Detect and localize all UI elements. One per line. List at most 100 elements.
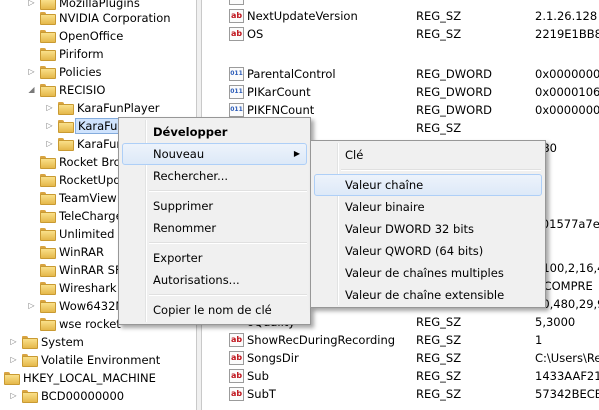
tree-item-label: KaraFunPlayer <box>77 101 160 115</box>
value-data: 1 <box>535 333 543 347</box>
menu-item-nouveau[interactable]: Nouveau ▶ <box>122 143 307 165</box>
folder-icon <box>40 228 56 241</box>
value-type: REG_SZ <box>416 27 462 41</box>
value-name: SubT <box>247 387 276 401</box>
menu-item-copier-le-nom-de-cle[interactable]: Copier le nom de clé <box>122 299 307 321</box>
menu-item-developper[interactable]: Développer <box>122 121 307 143</box>
value-data: 1433AAF21E <box>535 369 599 383</box>
folder-icon <box>58 138 74 151</box>
new-submenu: Clé Valeur chaîne Valeur binaire Valeur DWO… <box>310 140 546 308</box>
folder-icon <box>40 174 56 187</box>
folder-icon <box>58 102 74 115</box>
expand-arrow-icon[interactable]: ▷ <box>9 391 18 401</box>
menu-item-autorisations[interactable]: Autorisations... <box>122 269 307 291</box>
collapse-arrow-icon[interactable]: ◢ <box>27 85 36 95</box>
value-type: REG_SZ <box>416 121 462 135</box>
value-data: 0x0000106b <box>535 85 599 99</box>
folder-icon <box>40 156 56 169</box>
value-type: REG_SZ <box>416 387 462 401</box>
expand-arrow-icon[interactable]: ▷ <box>9 337 18 347</box>
submenu-item-label: Valeur de chaîne extensible <box>345 288 505 302</box>
string-value-icon: ab <box>229 351 244 365</box>
tree-item-label: wse rocket <box>59 317 121 331</box>
value-name: PIKarCount <box>247 85 311 99</box>
menu-item-supprimer[interactable]: Supprimer <box>122 195 307 217</box>
menu-item-label: Supprimer <box>153 199 214 213</box>
folder-icon <box>40 30 56 43</box>
tree-item-label: TeamView <box>59 191 117 205</box>
menu-separator <box>341 169 541 171</box>
value-name: Sub <box>247 369 269 383</box>
expand-arrow-icon[interactable]: ▷ <box>45 103 54 113</box>
expand-arrow-icon[interactable]: ▷ <box>45 121 54 131</box>
folder-icon <box>40 264 56 277</box>
value-name: SongsDir <box>247 351 299 365</box>
binary-value-icon: 011 <box>229 103 244 117</box>
menu-separator <box>149 294 307 296</box>
tree-item-label: WinRAR SF <box>59 263 122 277</box>
string-value-icon: ab <box>229 27 244 41</box>
folder-icon <box>40 300 56 313</box>
folder-icon <box>4 372 20 385</box>
submenu-arrow-icon: ▶ <box>293 149 300 158</box>
submenu-item-label: Valeur chaîne <box>345 178 424 192</box>
value-type: REG_SZ <box>416 351 462 365</box>
tree-item-label: Unlimited I <box>59 227 122 241</box>
expand-arrow-icon[interactable]: ▷ <box>27 0 36 8</box>
submenu-item-label: Clé <box>345 148 364 162</box>
menu-item-rechercher[interactable]: Rechercher... <box>122 165 307 187</box>
submenu-item-label: Valeur QWORD (64 bits) <box>345 244 484 258</box>
value-data: 0x00000000 <box>535 67 599 81</box>
folder-icon <box>40 66 56 79</box>
expand-arrow-icon[interactable]: ▷ <box>27 301 36 311</box>
menu-item-label: Nouveau <box>153 147 205 161</box>
value-data: 2.1.26.128 <box>535 9 598 23</box>
value-type: REG_DWORD <box>416 103 493 117</box>
value-type: REG_SZ <box>416 315 462 329</box>
folder-icon <box>40 318 56 331</box>
expand-arrow-icon[interactable]: ▷ <box>27 67 36 77</box>
value-type: REG_DWORD <box>416 85 493 99</box>
tree-item-label: NVIDIA Corporation <box>59 11 171 25</box>
folder-icon <box>22 336 38 349</box>
value-name: OS <box>247 27 264 41</box>
submenu-item-valeur-binaire[interactable]: Valeur binaire <box>314 196 542 218</box>
folder-icon <box>40 210 56 223</box>
value-data: 2219E1BB8 <box>535 27 599 41</box>
folder-icon <box>40 0 56 10</box>
menu-item-label: Autorisations... <box>153 273 240 287</box>
binary-value-icon: 011 <box>229 67 244 81</box>
tree-item-label: RECISIO <box>59 83 106 97</box>
folder-icon <box>40 192 56 205</box>
expand-arrow-icon[interactable]: ▷ <box>9 355 18 365</box>
submenu-item-valeur-qword-64-bits[interactable]: Valeur QWORD (64 bits) <box>314 240 542 262</box>
value-name: ParentalControl <box>247 67 336 81</box>
value-type: REG_SZ <box>416 333 462 347</box>
folder-icon <box>58 120 74 133</box>
binary-value-icon: 011 <box>229 85 244 99</box>
value-type: REG_SZ <box>416 369 462 383</box>
submenu-item-valeur-de-chaines-multiples[interactable]: Valeur de chaînes multiples <box>314 262 542 284</box>
string-value-icon: ab <box>229 9 244 23</box>
menu-item-renommer[interactable]: Renommer <box>122 217 307 239</box>
string-value-icon: ab <box>229 0 244 5</box>
submenu-item-valeur-dword-32-bits[interactable]: Valeur DWORD 32 bits <box>314 218 542 240</box>
expand-arrow-icon[interactable]: ▷ <box>45 139 54 149</box>
string-value-icon: ab <box>229 369 244 383</box>
menu-item-label: Exporter <box>153 251 203 265</box>
tree-item-label: WinRAR <box>59 245 104 259</box>
submenu-item-label: Valeur de chaînes multiples <box>345 266 504 280</box>
value-row[interactable]: ab OS REG_SZ 2219E1BB8 <box>203 24 599 46</box>
tree-item-label: System <box>41 335 84 349</box>
value-name: NextUpdateVersion <box>247 9 358 23</box>
context-menu: Développer Nouveau ▶ Rechercher... Supprimer… <box>118 117 311 325</box>
menu-item-exporter[interactable]: Exporter <box>122 247 307 269</box>
value-row[interactable]: abSubT REG_SZ 57342BECB3 <box>203 384 599 406</box>
submenu-item-valeur-de-chaine-extensible[interactable]: Valeur de chaîne extensible <box>314 284 542 306</box>
menu-item-label: Rechercher... <box>153 169 229 183</box>
folder-icon <box>22 354 38 367</box>
submenu-item-label: Valeur DWORD 32 bits <box>345 222 475 236</box>
submenu-item-valeur-chaine[interactable]: Valeur chaîne <box>314 174 542 196</box>
value-type: REG_DWORD <box>416 67 493 81</box>
submenu-item-cle[interactable]: Clé <box>314 144 542 166</box>
